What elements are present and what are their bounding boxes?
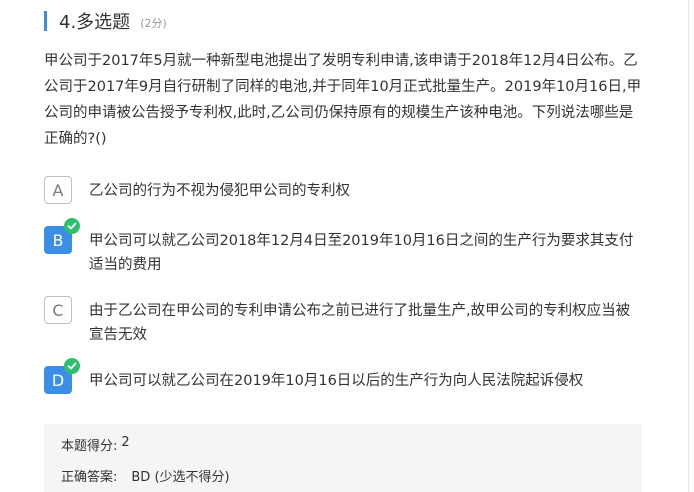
answer-label: 正确答案: <box>61 470 118 485</box>
option-d[interactable]: D 甲公司可以就乙公司在2019年10月16日以后的生产行为向人民法院起诉侵权 <box>44 358 644 394</box>
answer-value: BD (少选不得分) <box>131 470 230 485</box>
option-d-letter: D <box>51 370 65 390</box>
option-c-text: 由于乙公司在甲公司的专利申请公布之前已进行了批量生产,故甲公司的专利权应当被宣告… <box>89 303 631 343</box>
option-a-text: 乙公司的行为不视为侵犯甲公司的专利权 <box>89 183 350 199</box>
option-d-text: 甲公司可以就乙公司在2019年10月16日以后的生产行为向人民法院起诉侵权 <box>89 373 584 389</box>
score-value: 2 <box>121 435 130 450</box>
option-c[interactable]: C 由于乙公司在甲公司的专利申请公布之前已进行了批量生产,故甲公司的专利权应当被… <box>44 296 644 347</box>
question-title: 4.多选题 <box>59 12 131 33</box>
option-a-badge[interactable]: A <box>44 176 72 204</box>
score-label: 本题得分: <box>61 439 118 454</box>
result-panel: 本题得分: 2 正确答案: BD (少选不得分) <box>44 424 642 492</box>
option-c-letter: C <box>52 300 64 320</box>
checkmark-icon <box>64 358 80 374</box>
question-stem: 甲公司于2017年5月就一种新型电池提出了发明专利申请,该申请于2018年12月… <box>44 53 642 147</box>
question-page: 4.多选题 (2分) 甲公司于2017年5月就一种新型电池提出了发明专利申请,该… <box>0 0 694 492</box>
option-d-badge[interactable]: D <box>44 358 80 394</box>
option-a-letter: A <box>52 180 64 200</box>
accent-bar <box>44 11 47 31</box>
question-header: 4.多选题 (2分) <box>44 8 167 34</box>
answer-row: 正确答案: BD (少选不得分) <box>61 466 230 485</box>
option-b[interactable]: B 甲公司可以就乙公司2018年12月4日至2019年10月16日之间的生产行为… <box>44 218 644 277</box>
question-points: (2分) <box>140 16 167 30</box>
option-a[interactable]: A 乙公司的行为不视为侵犯甲公司的专利权 <box>44 176 644 204</box>
option-c-badge[interactable]: C <box>44 296 72 324</box>
checkmark-icon <box>64 218 80 234</box>
option-b-text: 甲公司可以就乙公司2018年12月4日至2019年10月16日之间的生产行为要求… <box>89 233 634 273</box>
scrollbar-track[interactable] <box>688 0 689 492</box>
score-row: 本题得分: 2 <box>61 435 130 454</box>
option-b-badge[interactable]: B <box>44 218 80 254</box>
option-b-letter: B <box>52 230 64 250</box>
